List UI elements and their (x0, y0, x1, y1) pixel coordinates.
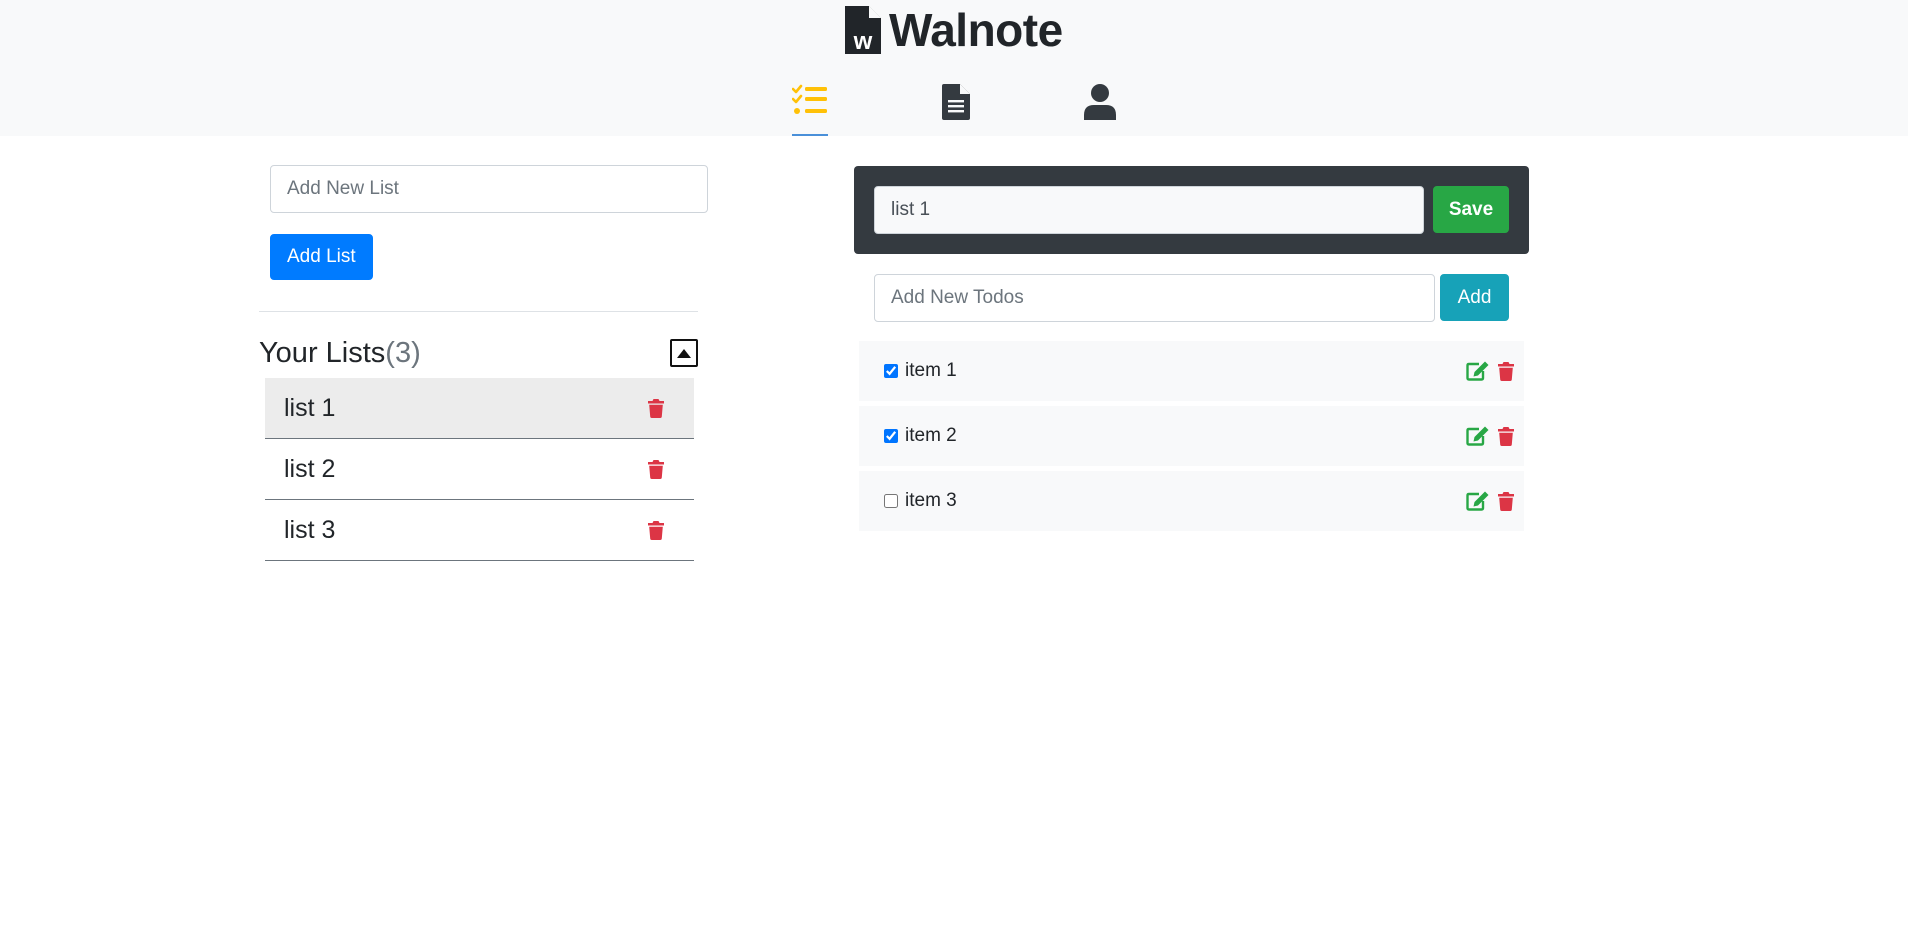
delete-list-button[interactable] (648, 398, 664, 418)
todo-checkbox[interactable] (884, 429, 898, 443)
trash-icon (1498, 426, 1514, 446)
todo-label: item 3 (905, 490, 957, 511)
new-todo-input[interactable] (874, 274, 1435, 322)
todo-item: item 3 (859, 471, 1524, 531)
edit-icon (1466, 491, 1489, 511)
list-title-bar: Save (854, 166, 1529, 254)
edit-todo-button[interactable] (1466, 491, 1489, 511)
delete-list-button[interactable] (648, 459, 664, 479)
lists: list 1 list 2 list 3 (265, 378, 694, 561)
delete-list-button[interactable] (648, 520, 664, 540)
lists-count: (3) (385, 336, 421, 369)
svg-text:w: w (853, 28, 873, 55)
delete-todo-button[interactable] (1498, 361, 1514, 381)
caret-up-icon (677, 348, 691, 358)
list-title-input[interactable] (874, 186, 1424, 234)
edit-todo-button[interactable] (1466, 426, 1489, 446)
lists-title-text: Your Lists (259, 336, 386, 369)
delete-todo-button[interactable] (1498, 491, 1514, 511)
delete-todo-button[interactable] (1498, 426, 1514, 446)
list-item-label: list 1 (284, 393, 336, 422)
todo-item: item 1 (859, 341, 1524, 401)
todo-list: item 1 item 2 item 3 (859, 341, 1524, 536)
todo-checkbox[interactable] (884, 494, 898, 508)
edit-icon (1466, 361, 1489, 381)
trash-icon (648, 398, 664, 418)
list-item-label: list 2 (284, 454, 336, 483)
add-todo-button[interactable]: Add (1440, 274, 1509, 321)
tasks-icon (792, 84, 827, 114)
todo-label: item 2 (905, 425, 957, 446)
trash-icon (1498, 361, 1514, 381)
list-item[interactable]: list 3 (265, 500, 694, 561)
list-item-label: list 3 (284, 515, 336, 544)
trash-icon (1498, 491, 1514, 511)
todo-checkbox[interactable] (884, 364, 898, 378)
user-icon (1084, 84, 1116, 120)
trash-icon (648, 459, 664, 479)
new-list-input[interactable] (270, 165, 708, 213)
document-icon (942, 84, 970, 120)
top-navbar: w Walnote (0, 0, 1908, 136)
edit-todo-button[interactable] (1466, 361, 1489, 381)
todo-item: item 2 (859, 406, 1524, 466)
add-list-button[interactable]: Add List (270, 234, 373, 280)
todo-label: item 1 (905, 360, 957, 381)
tab-profile[interactable] (1083, 84, 1117, 136)
walnote-logo-icon: w (845, 6, 881, 55)
list-item[interactable]: list 1 (265, 378, 694, 439)
tab-todo-lists[interactable] (792, 84, 828, 136)
brand-name: Walnote (889, 4, 1063, 56)
tab-notes[interactable] (941, 84, 971, 136)
edit-icon (1466, 426, 1489, 446)
divider (259, 311, 698, 312)
list-item[interactable]: list 2 (265, 439, 694, 500)
save-button[interactable]: Save (1433, 186, 1509, 233)
brand[interactable]: w Walnote (843, 4, 1063, 56)
trash-icon (648, 520, 664, 540)
lists-header: Your Lists(3) (259, 333, 698, 373)
lists-title: Your Lists(3) (259, 337, 421, 370)
collapse-lists-button[interactable] (670, 339, 698, 367)
